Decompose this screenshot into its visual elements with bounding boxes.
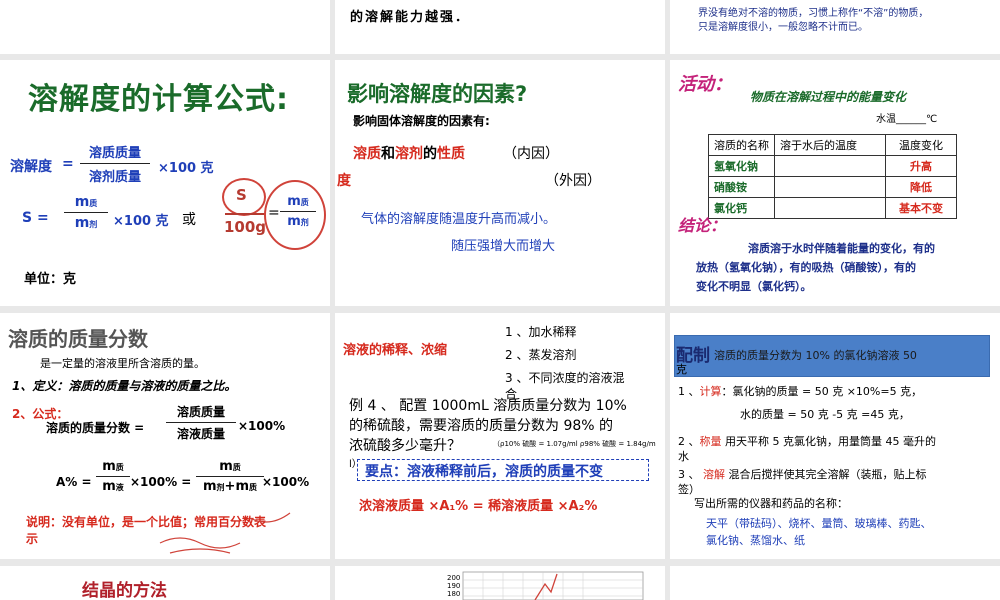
times-100: ×100 克 <box>158 161 214 176</box>
denominator: 溶剂质量 <box>88 170 141 185</box>
hand-s: S <box>236 186 247 204</box>
fraction-m: m质 m剂 <box>64 194 108 231</box>
hand-100g: 100g <box>224 218 267 236</box>
example-line-2: 的稀硫酸，需要溶质的质量分数为 98% 的 <box>349 418 614 434</box>
tick-label: 190 <box>447 582 460 590</box>
hand-bar <box>225 213 265 215</box>
step-2: 2 、称量 用天平称 5 克氯化钠，用量筒量 45 毫升的 <box>678 435 936 448</box>
handwritten-scribble <box>159 512 291 554</box>
slide-crystallization: 结晶的方法 <box>0 566 330 600</box>
fraction-bar <box>80 163 150 164</box>
slide-top-right: 界没有绝对不溶的物质，习惯上称作“不溶”的物质， 只是溶解度很小，一般忽略不计而… <box>670 0 1000 54</box>
table-row: 硝酸铵 降低 <box>708 176 957 198</box>
fraction-m-solution: m质 m液 <box>96 459 130 494</box>
slide-title: 溶质的质量分数 <box>8 327 148 351</box>
dilution-equation: 浓溶液质量 ×A₁% = 稀溶液质量 ×A₂% <box>359 499 598 514</box>
slide-dilution: 溶液的稀释、浓缩 1 、加水稀释 2 、蒸发溶剂 3 、不同浓度的溶液混 合 例… <box>335 313 665 559</box>
fraction-solute-solvent: 溶质质量 溶剂质量 <box>80 142 150 185</box>
solubility-label: 溶解度 <box>10 159 52 175</box>
method-3: 3 、不同浓度的溶液混 <box>505 371 625 385</box>
gas-line-2: 随压强增大而增大 <box>451 239 556 254</box>
slide-top-left <box>0 0 330 54</box>
fraction-m-sum: m质 m剂+m质 <box>196 459 264 494</box>
s-equals: S = <box>22 210 49 226</box>
formula-lhs: 溶质的质量分数 = <box>46 421 145 435</box>
method-2: 2 、蒸发溶剂 <box>505 348 577 362</box>
write-instruments: 写出所需的仪器和药品的名称： <box>694 497 848 510</box>
factors-line: 影响固体溶解度的因素有: <box>353 114 490 128</box>
key-point-text: 要点：溶液稀释前后，溶质的质量不变 <box>365 464 603 480</box>
tick-label: 180 <box>447 590 460 598</box>
slide-solubility-formula: 溶解度的计算公式: 溶解度 = 溶质质量 溶剂质量 ×100 克 S = m质 … <box>0 60 330 306</box>
example-line-3: 浓硫酸多少毫升？ <box>349 438 461 454</box>
note-line-2: 示 <box>26 532 39 546</box>
conclusion-line-3: 变化不明显（氯化钙）。 <box>696 280 812 293</box>
percent-eq: ×100% = <box>130 475 192 489</box>
tick-label: 200 <box>447 574 460 582</box>
or-text: 或 <box>182 212 196 228</box>
intro-line: 是一定量的溶液里所含溶质的量。 <box>40 357 205 370</box>
times-100-b: ×100 克 <box>113 214 169 229</box>
slide-preparation: 配制 溶质的质量分数为 10% 的氯化钠溶液 50 克 1 、计算：氯化钠的质量… <box>670 313 1000 559</box>
inner-label: （内因） <box>503 146 559 162</box>
step-1: 1 、计算：氯化钠的质量 = 50 克 ×10%=5 克， <box>678 385 923 398</box>
slide-title: 溶解度的计算公式: <box>28 82 289 117</box>
conclusion-line-1: 溶质溶于水时伴随着能量的变化，有的 <box>748 242 935 255</box>
inner-factor-line: 溶质和溶剂的性质 <box>353 146 465 162</box>
slide-solubility-curve: 200 190 180 <box>335 566 665 600</box>
outer-label: （外因） <box>545 173 601 189</box>
conclusion-label: 结论： <box>678 216 727 235</box>
definition-line: 1、定义：溶质的质量与溶液的质量之比。 <box>12 379 237 393</box>
density-note: （ρ10% 硫酸 = 1.07g/ml ρ98% 硫酸 = 1.84g/m <box>493 440 656 448</box>
activity-subtitle: 物质在溶解过程中的能量变化 <box>750 90 907 104</box>
example-line-1: 例 4 、 配置 1000mL 溶质质量分数为 10% <box>349 398 627 414</box>
top-mid-text: 的溶解能力越强． <box>350 10 471 25</box>
slide-activity-energy: 活动： 物质在溶解过程中的能量变化 水温______℃ 溶质的名称 溶于水后的温… <box>670 60 1000 306</box>
table-row: 氯化钙 基本不变 <box>708 197 957 219</box>
instruments-line-2: 氯化钠、蒸馏水、纸 <box>706 534 805 547</box>
a-percent: A% = <box>56 475 92 489</box>
slide-solubility-factors: 影响溶解度的因素? 影响固体溶解度的因素有: 溶质和溶剂的性质 （内因） 度 （… <box>335 60 665 306</box>
percent-end: ×100% <box>262 475 310 489</box>
percent-text: ×100% <box>238 419 286 433</box>
slide-title: 影响溶解度的因素? <box>347 82 528 106</box>
method-1: 1 、加水稀释 <box>505 325 577 339</box>
conclusion-line-2: 放热（氢氧化钠），有的吸热（硝酸铵），有的 <box>696 261 916 274</box>
water-temp: 水温______℃ <box>876 114 938 125</box>
step-1-water: 水的质量 = 50 克 -5 克 =45 克， <box>740 408 910 421</box>
step-2b: 水 <box>678 450 689 463</box>
equals-sign: = <box>62 156 74 172</box>
step-3: 3 、 溶解 混合后搅拌使其完全溶解（装瓶，贴上标 <box>678 468 927 481</box>
slide-title: 溶液的稀释、浓缩 <box>343 343 448 358</box>
gas-line-1: 气体的溶解度随温度升高而减小。 <box>361 212 557 227</box>
table-row: 氢氧化钠 升高 <box>708 155 957 177</box>
unit-text: 单位：克 <box>24 272 77 287</box>
slide-top-mid: 的溶解能力越强． <box>335 0 665 54</box>
instruments-line-1: 天平（带砝码）、烧杯、量筒、玻璃棒、药匙、 <box>706 517 932 530</box>
slide-mass-fraction: 溶质的质量分数 是一定量的溶液里所含溶质的量。 1、定义：溶质的质量与溶液的质量… <box>0 313 330 559</box>
header-text-2: 克 <box>676 363 687 376</box>
header-text: 溶质的质量分数为 10% 的氯化钠溶液 50 <box>714 349 917 362</box>
energy-table: 溶质的名称 溶于水后的温度 温度变化 氢氧化钠 升高 硝酸铵 降低 氯化钙 基本… <box>708 134 957 219</box>
curve-chart-partial: 200 190 180 <box>447 571 644 600</box>
temperature-text: 度 <box>337 173 351 189</box>
numerator: 溶质质量 <box>88 146 141 161</box>
slide-bottom-right <box>670 566 1000 600</box>
table-header-row: 溶质的名称 溶于水后的温度 温度变化 <box>708 134 957 156</box>
slide-title: 结晶的方法 <box>82 581 167 600</box>
top-right-line1: 界没有绝对不溶的物质，习惯上称作“不溶”的物质， <box>698 8 929 19</box>
fraction-m-hand: m质 m剂 <box>280 194 316 229</box>
top-right-line2: 只是溶解度很小，一般忽略不计而已。 <box>698 22 868 33</box>
activity-label: 活动： <box>678 74 732 95</box>
fraction-solute-solution: 溶质质量 溶液质量 <box>166 403 236 442</box>
